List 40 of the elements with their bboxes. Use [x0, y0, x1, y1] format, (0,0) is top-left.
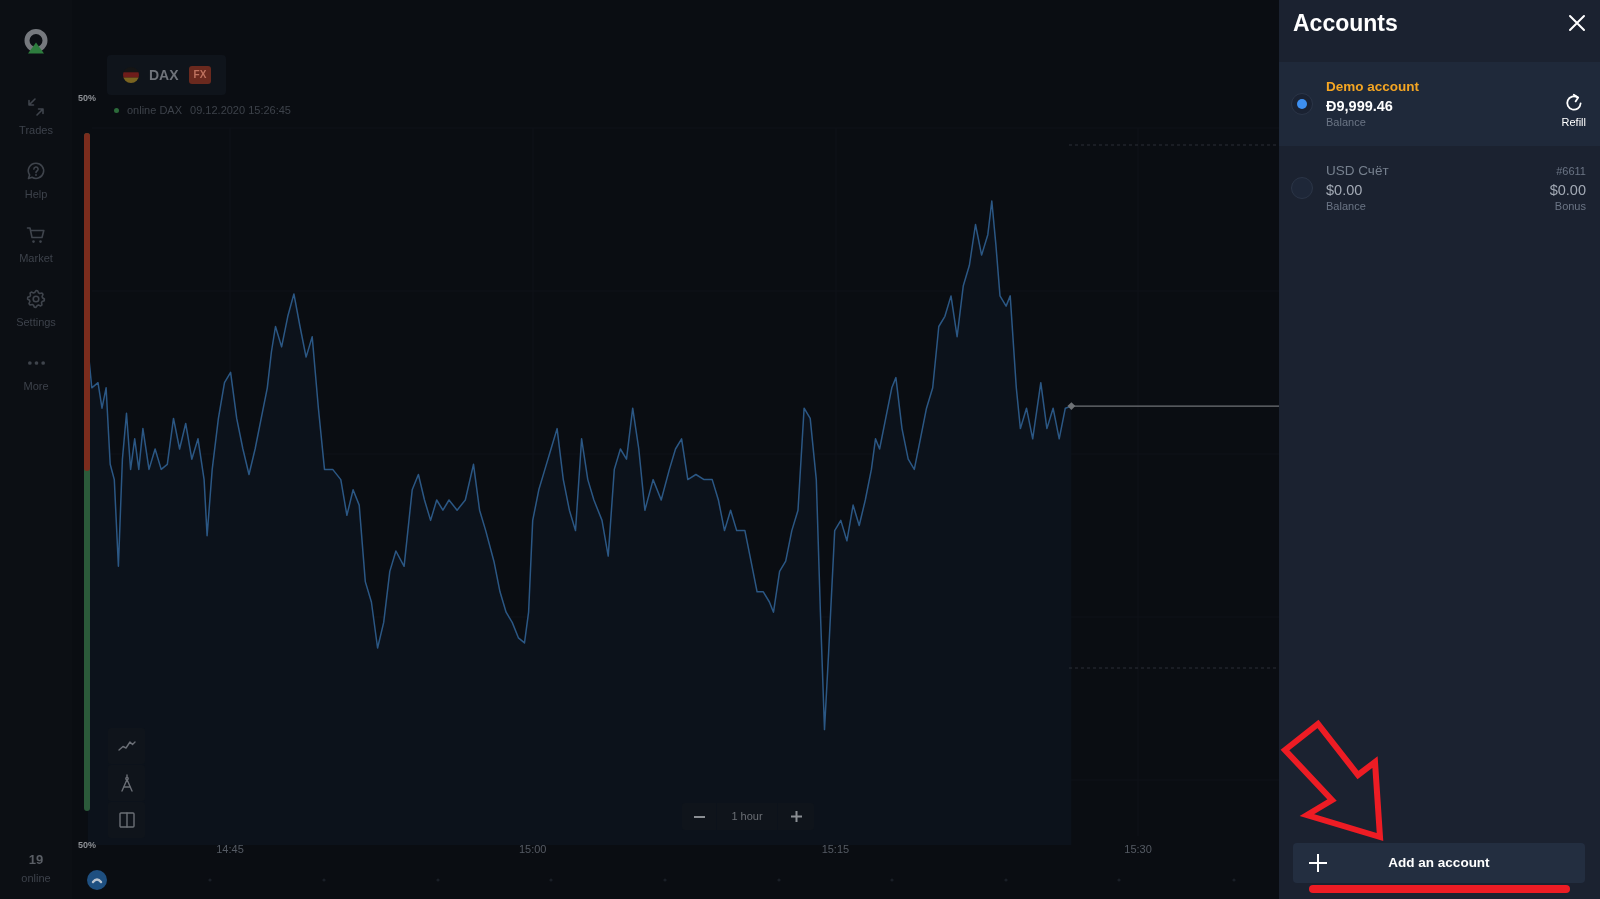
percent-label: 50% [78, 93, 96, 104]
panel-title: Accounts [1293, 9, 1398, 38]
arrows-icon [26, 97, 46, 117]
help-icon [26, 161, 46, 181]
plus-icon [1309, 854, 1327, 872]
percent-label: 50% [78, 840, 96, 851]
cart-icon [26, 225, 46, 245]
online-count: 19 [27, 852, 45, 868]
balance-label: Balance [1326, 116, 1367, 129]
flag-icon [123, 67, 139, 83]
radio-button[interactable] [1291, 92, 1313, 115]
time-label: 15:30 [1124, 842, 1152, 856]
account-number: #6611 [1556, 164, 1586, 179]
settings-icon [26, 289, 46, 309]
close-icon [1568, 14, 1586, 32]
account-balance: $0.00 [1326, 181, 1364, 200]
account-item[interactable]: USD Счёт $0.00 Balance #6611 $0.00 Bonus [1279, 146, 1600, 230]
close-button[interactable] [1568, 14, 1586, 32]
status-dot-icon [114, 107, 119, 113]
logo-icon [23, 28, 49, 54]
refresh-icon [1563, 93, 1584, 113]
refill-button[interactable]: Refill [1561, 78, 1586, 129]
balance-label: Balance [1326, 200, 1367, 213]
time-label: 14:45 [216, 842, 244, 856]
account-name: Demo account [1326, 78, 1421, 96]
account-name: USD Счёт [1326, 162, 1390, 180]
market-type-tag: FX [188, 66, 212, 84]
split-view-icon [117, 811, 136, 829]
time-label: 15:15 [821, 842, 850, 856]
account-balance: Đ9,999.46 [1326, 97, 1394, 116]
account-item[interactable]: Demo account Đ9,999.46 Balance Refill [1279, 62, 1600, 146]
more-icon [27, 361, 45, 365]
bonus-amount: $0.00 [1549, 181, 1586, 200]
time-label: 15:00 [518, 842, 547, 856]
plus-icon [790, 811, 802, 822]
minus-icon [693, 815, 705, 818]
handle-icon[interactable] [87, 870, 107, 890]
asset-tab[interactable]: DAX FX [107, 55, 226, 95]
add-account-button[interactable]: Add an account [1293, 843, 1585, 883]
bonus-label: Bonus [1554, 200, 1586, 213]
